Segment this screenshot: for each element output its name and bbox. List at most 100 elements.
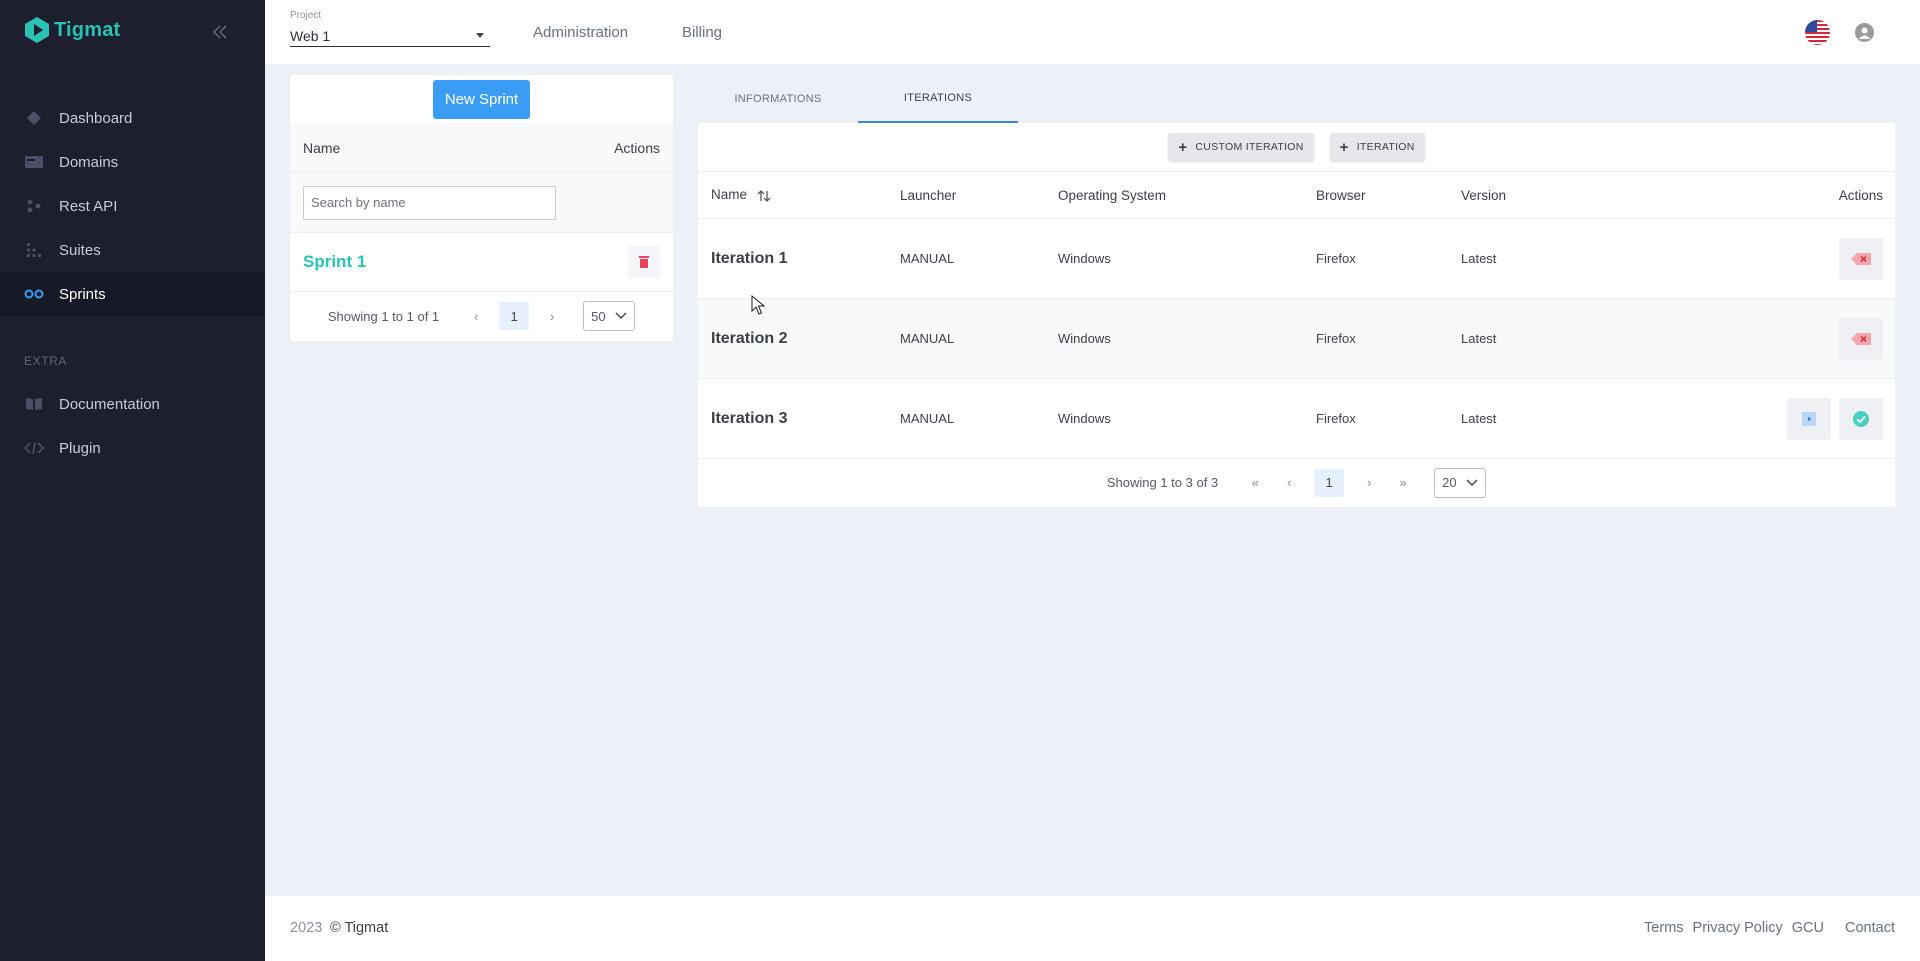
project-selector: Project Web 1	[290, 10, 490, 47]
sprints-panel: New Sprint Name Actions Sprint 1 Showing…	[290, 75, 673, 341]
column-name[interactable]: Name	[698, 187, 900, 202]
iteration-os: Windows	[1058, 331, 1111, 346]
table-row: Sprint 1	[290, 233, 673, 292]
iteration-os: Windows	[1058, 251, 1111, 266]
sprints-pagination: Showing 1 to 1 of 1 ‹ 1 › 50	[290, 292, 673, 340]
search-input[interactable]	[303, 185, 556, 220]
new-sprint-button[interactable]: New Sprint	[433, 79, 530, 119]
collapse-sidebar-icon[interactable]	[210, 22, 230, 42]
plus-icon: +	[1178, 138, 1188, 156]
column-operating-system: Operating System	[1058, 187, 1167, 203]
column-actions: Actions	[614, 139, 660, 156]
page-size-value: 20	[1442, 475, 1457, 490]
backspace-icon	[1851, 252, 1871, 265]
sidebar-item-label: Sprints	[59, 285, 106, 303]
iteration-name[interactable]: Iteration 1	[711, 250, 787, 267]
sidebar-item-domains[interactable]: Domains	[0, 140, 265, 184]
code-icon	[24, 438, 44, 458]
chevron-down-icon	[615, 312, 627, 320]
iterations-toolbar: + CUSTOM ITERATION + ITERATION	[698, 123, 1895, 172]
page-number-button[interactable]: 1	[1314, 468, 1345, 497]
top-header: Project Web 1 Administration Billing	[265, 0, 1920, 64]
sidebar-section-label: EXTRA	[24, 354, 68, 368]
last-page-button[interactable]: »	[1386, 475, 1420, 490]
sidebar-item-suites[interactable]: Suites	[0, 228, 265, 272]
page-size-select[interactable]: 20	[1434, 467, 1487, 498]
prev-page-button[interactable]: ‹	[1272, 475, 1306, 490]
plus-icon: +	[1339, 138, 1349, 156]
book-icon	[24, 394, 44, 414]
dots-grid-icon	[24, 240, 44, 260]
column-name: Name	[303, 139, 341, 156]
tab-iterations[interactable]: ITERATIONS	[858, 75, 1018, 123]
nav-link-administration[interactable]: Administration	[533, 24, 628, 41]
backspace-icon	[1851, 332, 1871, 345]
sidebar-item-label: Plugin	[59, 439, 101, 457]
sidebar-item-documentation[interactable]: Documentation	[0, 382, 265, 426]
project-label: Project	[290, 10, 322, 21]
remove-iteration-button[interactable]	[1839, 317, 1883, 360]
button-label: CUSTOM ITERATION	[1195, 141, 1304, 153]
add-iteration-button[interactable]: + ITERATION	[1329, 133, 1425, 161]
nodes-icon	[24, 196, 44, 216]
footer-link-gcu[interactable]: GCU	[1792, 920, 1824, 936]
nav-link-billing[interactable]: Billing	[682, 24, 722, 41]
app-logo[interactable]: Tigmat	[24, 16, 120, 44]
project-dropdown[interactable]: Web 1	[290, 25, 490, 47]
sidebar-item-rest-api[interactable]: Rest API	[0, 184, 265, 228]
check-circle-icon	[1853, 410, 1869, 427]
sidebar: Tigmat Dashboard Domains Rest API Suites…	[0, 0, 265, 961]
page-number-button[interactable]: 1	[499, 302, 530, 330]
us-flag-icon[interactable]	[1805, 20, 1830, 45]
iteration-name[interactable]: Iteration 3	[711, 410, 787, 427]
table-row: Iteration 1 MANUAL Windows Firefox Lates…	[698, 219, 1895, 299]
add-custom-iteration-button[interactable]: + CUSTOM ITERATION	[1168, 133, 1314, 161]
search-row	[290, 173, 673, 233]
footer-link-privacy[interactable]: Privacy Policy	[1693, 920, 1783, 936]
card-icon	[24, 152, 44, 172]
delete-sprint-button[interactable]	[628, 246, 660, 278]
sort-icon[interactable]	[757, 189, 771, 203]
run-iteration-button[interactable]	[1787, 397, 1831, 440]
user-avatar-icon[interactable]	[1855, 23, 1874, 42]
iteration-version: Latest	[1461, 411, 1497, 426]
footer-year: 2023	[290, 920, 323, 936]
footer-link-contact[interactable]: Contact	[1845, 920, 1895, 936]
iteration-version: Latest	[1461, 251, 1497, 266]
remove-iteration-button[interactable]	[1839, 237, 1883, 280]
iteration-browser: Firefox	[1316, 411, 1356, 426]
logo-hexagon-icon	[25, 17, 49, 43]
iteration-launcher: MANUAL	[900, 251, 955, 266]
page-size-select[interactable]: 50	[583, 301, 636, 331]
next-page-button[interactable]: ›	[537, 309, 567, 324]
first-page-button[interactable]: «	[1238, 475, 1272, 490]
sidebar-item-dashboard[interactable]: Dashboard	[0, 96, 265, 140]
table-row: Iteration 3 MANUAL Windows Firefox Lates…	[698, 379, 1895, 459]
column-browser: Browser	[1316, 187, 1366, 203]
button-label: ITERATION	[1356, 141, 1415, 153]
sidebar-item-plugin[interactable]: Plugin	[0, 426, 265, 470]
infinity-icon	[24, 284, 44, 304]
tab-informations[interactable]: INFORMATIONS	[698, 75, 858, 123]
sidebar-nav: Dashboard Domains Rest API Suites Sprint…	[0, 96, 265, 470]
prev-page-button[interactable]: ‹	[461, 309, 491, 324]
iteration-name[interactable]: Iteration 2	[711, 330, 787, 347]
footer: 2023 © Tigmat Terms Privacy Policy GCU C…	[265, 896, 1920, 961]
iterations-table-header: Name Launcher Operating System Browser V…	[698, 172, 1895, 219]
iteration-os: Windows	[1058, 411, 1111, 426]
sidebar-item-sprints[interactable]: Sprints	[0, 272, 265, 316]
next-page-button[interactable]: ›	[1352, 475, 1386, 490]
app-name: Tigmat	[54, 18, 121, 41]
column-actions: Actions	[1838, 187, 1883, 203]
diamond-icon	[24, 108, 44, 128]
iteration-launcher: MANUAL	[900, 331, 955, 346]
pagination-summary: Showing 1 to 1 of 1	[327, 308, 440, 324]
sidebar-item-label: Dashboard	[59, 109, 133, 127]
sprint-link[interactable]: Sprint 1	[303, 252, 366, 272]
sidebar-item-label: Rest API	[59, 197, 118, 215]
footer-link-terms[interactable]: Terms	[1644, 920, 1683, 936]
column-version: Version	[1461, 187, 1507, 203]
play-icon	[1802, 411, 1816, 426]
sprint-tabs: INFORMATIONS ITERATIONS	[698, 75, 1895, 123]
validate-iteration-button[interactable]	[1839, 397, 1883, 440]
